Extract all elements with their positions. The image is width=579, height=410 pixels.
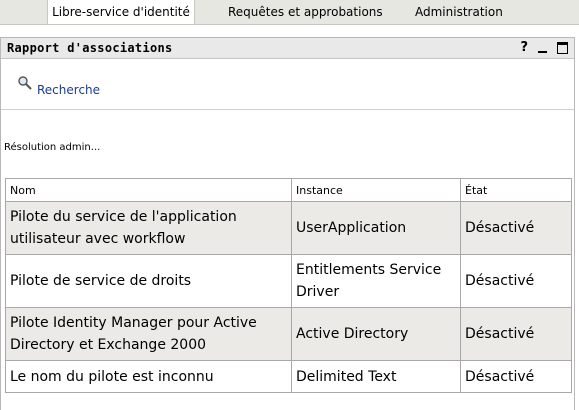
- search-link[interactable]: Recherche: [37, 83, 100, 97]
- table-row: Pilote du service de l'application utili…: [5, 201, 572, 255]
- association-table: Nom Instance État Pilote du service de l…: [5, 178, 572, 393]
- cell-state: Désactivé: [460, 360, 572, 393]
- tab-requetes[interactable]: Requêtes et approbations: [228, 0, 383, 24]
- cell-name: Pilote du service de l'application utili…: [5, 201, 292, 255]
- cell-instance: UserApplication: [291, 201, 461, 255]
- cell-instance: Delimited Text: [291, 360, 461, 393]
- top-tab-bar: Libre-service d'identité Requêtes et app…: [0, 0, 579, 25]
- column-header-instance[interactable]: Instance: [291, 178, 461, 202]
- column-header-state[interactable]: État: [460, 178, 572, 202]
- cell-state: Désactivé: [460, 307, 572, 361]
- help-icon[interactable]: ?: [520, 39, 528, 57]
- table-row: Pilote de service de droits Entitlements…: [5, 254, 572, 308]
- portlet-controls: ?: [520, 39, 568, 57]
- table-header-row: Nom Instance État: [5, 178, 572, 202]
- cell-state: Désactivé: [460, 254, 572, 308]
- cell-name: Pilote de service de droits: [5, 254, 292, 308]
- portlet: Rapport d'associations ? Recherche Résol…: [0, 37, 575, 410]
- cell-state: Désactivé: [460, 201, 572, 255]
- table-row: Pilote Identity Manager pour Active Dire…: [5, 307, 572, 361]
- portlet-title: Rapport d'associations: [7, 41, 173, 55]
- tab-administration[interactable]: Administration: [415, 0, 503, 24]
- maximize-icon[interactable]: [557, 42, 568, 54]
- tab-libre-service[interactable]: Libre-service d'identité: [47, 0, 195, 24]
- divider: [1, 109, 574, 110]
- cell-name: Pilote Identity Manager pour Active Dire…: [5, 307, 292, 361]
- minimize-icon[interactable]: [538, 51, 547, 53]
- search-icon[interactable]: [17, 75, 33, 91]
- cell-instance: Entitlements Service Driver: [291, 254, 461, 308]
- cell-instance: Active Directory: [291, 307, 461, 361]
- cell-name: Le nom du pilote est inconnu: [5, 360, 292, 393]
- table-row: Le nom du pilote est inconnu Delimited T…: [5, 360, 572, 393]
- status-text: Résolution admin...: [4, 142, 101, 153]
- column-header-name[interactable]: Nom: [5, 178, 292, 202]
- portlet-header: Rapport d'associations ?: [1, 38, 574, 59]
